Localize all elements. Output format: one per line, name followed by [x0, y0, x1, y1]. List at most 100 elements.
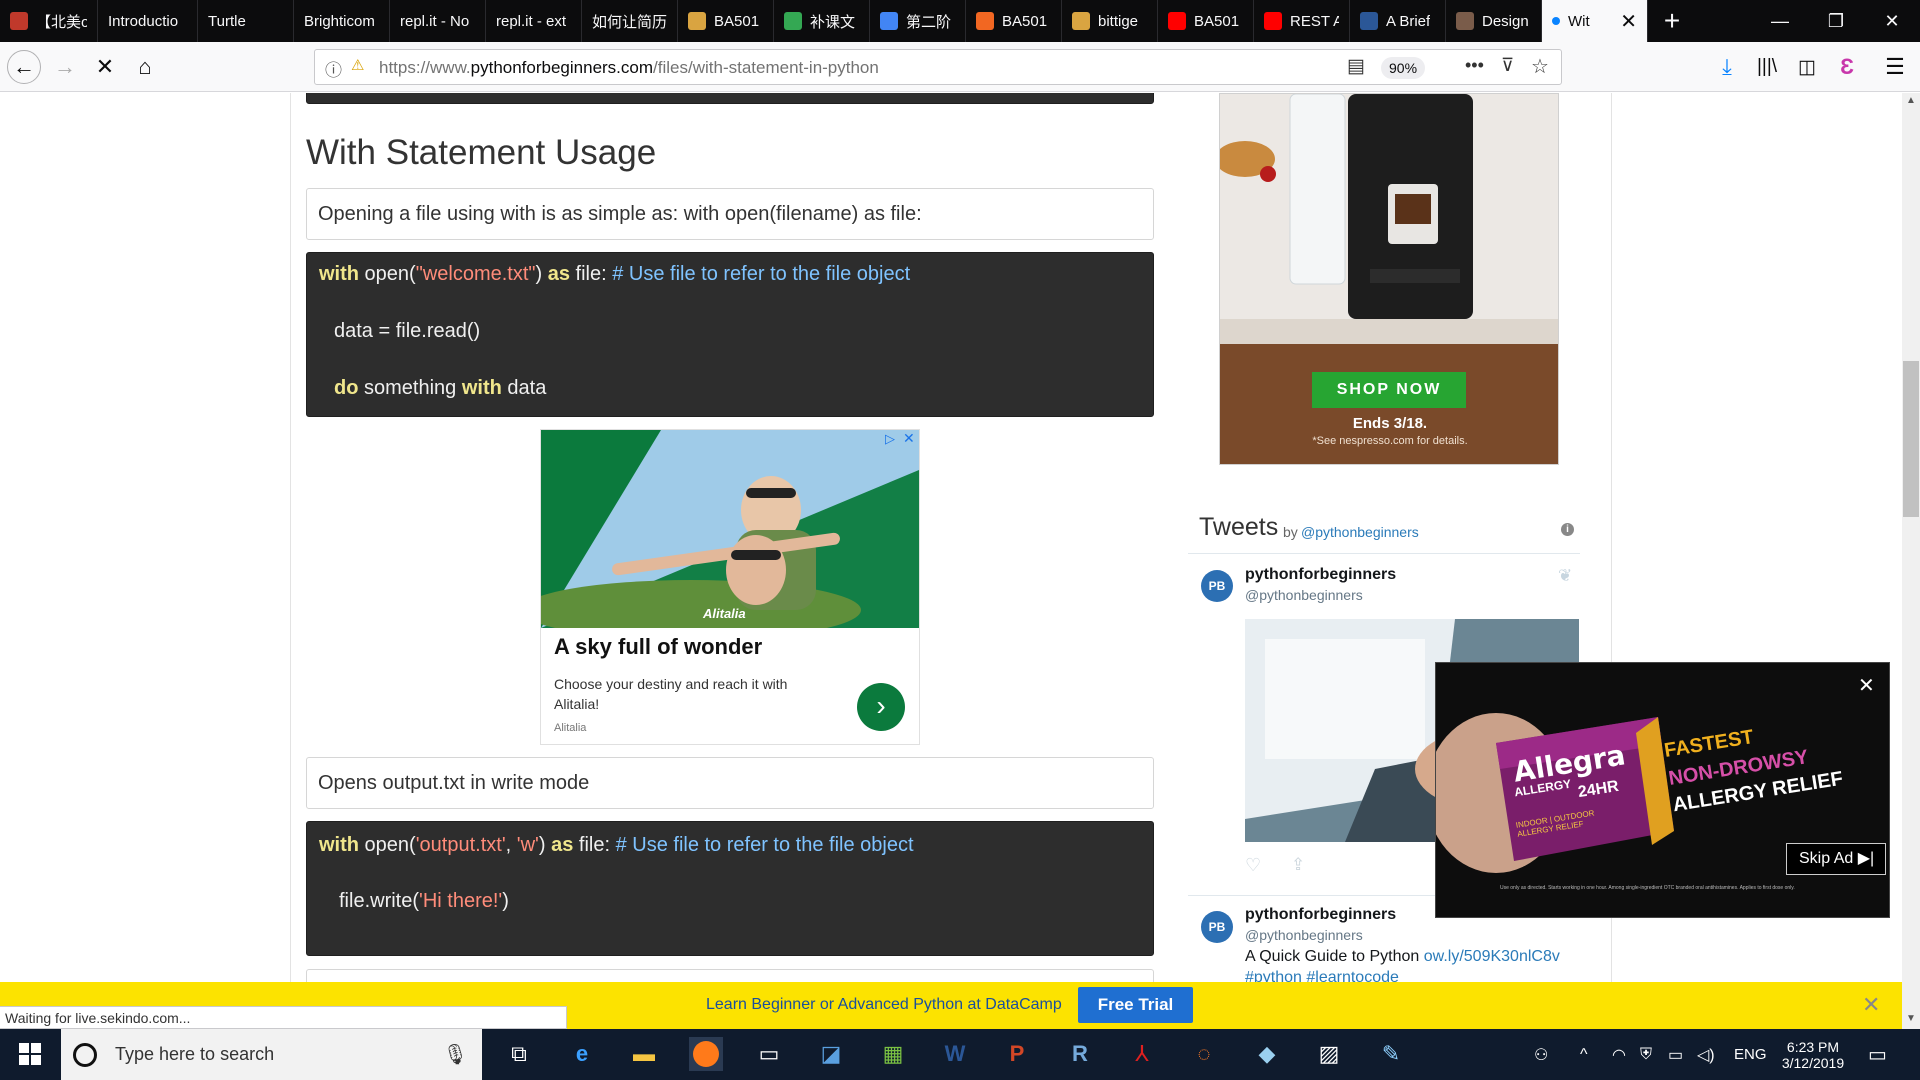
browser-tab[interactable]: BA501 — [1158, 0, 1254, 42]
scrollbar-thumb[interactable] — [1903, 361, 1919, 517]
people-icon[interactable]: ⚇ — [1534, 1029, 1548, 1080]
ad-headline[interactable]: A sky full of wonder — [554, 634, 762, 660]
tweet-link[interactable]: ow.ly/509K30nlC8v — [1424, 948, 1560, 965]
share-icon[interactable]: ⇪ — [1291, 855, 1305, 875]
page-actions-icon[interactable]: ••• — [1465, 55, 1484, 76]
photos-icon[interactable]: ▨ — [1312, 1037, 1346, 1071]
ide-icon[interactable]: ◪ — [814, 1037, 848, 1071]
extension-button[interactable]: Ɛ — [1830, 50, 1864, 84]
browser-tab[interactable]: BA501 — [966, 0, 1062, 42]
tab-active[interactable]: Wit ✕ — [1542, 0, 1648, 42]
browser-tab[interactable]: repl.it - No — [390, 0, 486, 42]
browser-tab[interactable]: 如何让简历 — [582, 0, 678, 42]
r-app-icon[interactable]: R — [1063, 1037, 1097, 1071]
browser-tab[interactable]: REST A — [1254, 0, 1350, 42]
tweet-author-handle[interactable]: @pythonbeginners — [1245, 927, 1363, 943]
video-ad-close-icon[interactable]: ✕ — [1858, 673, 1875, 698]
browser-tab[interactable]: Introductio — [98, 0, 198, 42]
scroll-down-icon[interactable]: ▼ — [1906, 1013, 1916, 1024]
skip-ad-button[interactable]: Skip Ad ▶| — [1786, 843, 1886, 875]
tweet-author-name[interactable]: pythonforbeginners — [1245, 566, 1396, 584]
acrobat-icon[interactable]: ⅄ — [1125, 1037, 1159, 1071]
browser-tab[interactable]: Design — [1446, 0, 1542, 42]
word-icon[interactable]: W — [938, 1037, 972, 1071]
powerpoint-icon[interactable]: P — [1000, 1037, 1034, 1071]
terminal-icon[interactable]: ▭ — [752, 1037, 786, 1071]
minimize-button[interactable]: — — [1752, 0, 1808, 42]
ad-image[interactable]: Alitalia — [541, 430, 919, 628]
taskbar-search[interactable]: Type here to search 🎙 — [61, 1029, 482, 1080]
browser-tab[interactable]: BA501 — [678, 0, 774, 42]
chart-app-icon[interactable]: ▦ — [876, 1037, 910, 1071]
windows-start-button[interactable] — [13, 1037, 47, 1071]
banner-close-icon[interactable]: ✕ — [1862, 992, 1880, 1018]
tweet-author-name[interactable]: pythonforbeginners — [1245, 906, 1396, 924]
browser-tab[interactable]: Brighticom — [294, 0, 390, 42]
security-shield-icon[interactable]: ⛨ — [1640, 1029, 1652, 1080]
avatar[interactable]: PB — [1201, 911, 1233, 943]
menu-button[interactable]: ☰ — [1878, 50, 1912, 84]
ad-close-icon[interactable]: ✕ — [903, 430, 915, 447]
bookmark-star-icon[interactable]: ☆ — [1531, 54, 1549, 79]
shop-now-button[interactable]: SHOP NOW — [1312, 372, 1466, 408]
free-trial-button[interactable]: Free Trial — [1078, 987, 1193, 1023]
task-view-icon[interactable]: ⧉ — [502, 1037, 536, 1071]
nespresso-ad[interactable]: SHOP NOW Ends 3/18. *See nespresso.com f… — [1219, 93, 1559, 465]
scroll-up-icon[interactable]: ▲ — [1906, 95, 1916, 106]
microphone-icon[interactable]: 🎙 — [443, 1042, 468, 1067]
allegra-video-ad[interactable]: Allegra ALLERGY 24HR INDOOR | OUTDOOR AL… — [1435, 662, 1890, 918]
edge-icon[interactable]: e — [565, 1037, 599, 1071]
close-tab-icon[interactable]: ✕ — [1614, 9, 1637, 34]
insecure-lock-icon[interactable]: ⚠ — [351, 56, 364, 74]
language-indicator[interactable]: ENG — [1734, 1029, 1767, 1080]
page-scrollbar[interactable]: ▲ ▼ — [1902, 93, 1920, 1029]
library-button[interactable]: |||\ — [1750, 50, 1784, 84]
browser-tab[interactable]: Turtle — [198, 0, 294, 42]
tray-chevron-icon[interactable]: ^ — [1580, 1029, 1588, 1080]
avatar[interactable]: PB — [1201, 570, 1233, 602]
reader-view-icon[interactable]: ▤ — [1347, 55, 1365, 78]
pocket-icon[interactable]: ⊽ — [1501, 55, 1514, 76]
info-icon[interactable]: i — [1561, 523, 1574, 536]
windows-taskbar: Type here to search 🎙 ⧉ e ▬ ▭ ◪ ▦ W P R … — [0, 1029, 1920, 1080]
firefox-icon[interactable] — [689, 1037, 723, 1071]
volume-icon[interactable]: ◁) — [1697, 1029, 1715, 1080]
back-button[interactable]: ← — [7, 50, 41, 84]
zoom-level-button[interactable]: 90% — [1381, 57, 1426, 79]
file-explorer-icon[interactable]: ▬ — [627, 1037, 661, 1071]
twitter-bird-icon[interactable]: ❦ — [1558, 566, 1572, 586]
browser-tab[interactable]: bittige — [1062, 0, 1158, 42]
tweet-author-handle[interactable]: @pythonbeginners — [1245, 587, 1363, 603]
tweet-hashtags[interactable]: #python #learntocode — [1245, 969, 1399, 982]
forward-button[interactable]: → — [48, 50, 82, 84]
clock[interactable]: 6:23 PM 3/12/2019 — [1778, 1029, 1848, 1080]
address-bar[interactable]: ⓘ ⚠ https://www.pythonforbeginners.com/f… — [314, 49, 1562, 85]
sidebar-toggle-button[interactable]: ◫ — [1790, 50, 1824, 84]
browser-tab[interactable]: 补课文 — [774, 0, 870, 42]
url-text[interactable]: https://www.pythonforbeginners.com/files… — [379, 58, 879, 78]
browser-tab[interactable]: 【北美offe — [0, 0, 98, 42]
paint-icon[interactable]: ✎ — [1374, 1037, 1408, 1071]
notes-icon[interactable]: ◆ — [1250, 1037, 1284, 1071]
tweets-handle-link[interactable]: @pythonbeginners — [1301, 524, 1419, 540]
home-button[interactable]: ⌂ — [128, 50, 162, 84]
notifications-icon[interactable]: ▭ — [1868, 1029, 1887, 1080]
wifi-icon[interactable]: ◠ — [1612, 1029, 1626, 1080]
jupyter-icon[interactable]: ◌ — [1187, 1037, 1221, 1071]
downloads-button[interactable]: ⤓ — [1710, 50, 1744, 84]
alitalia-ad[interactable]: Alitalia ▷ ✕ A sky full of wonder Choose… — [540, 429, 920, 745]
close-window-button[interactable]: ✕ — [1864, 0, 1920, 42]
adchoices-icon[interactable]: ▷ — [885, 431, 895, 447]
restore-button[interactable]: ❐ — [1808, 0, 1864, 42]
browser-tab[interactable]: 第二阶 — [870, 0, 966, 42]
info-icon[interactable]: ⓘ — [325, 56, 342, 81]
browser-tab[interactable]: A Brief — [1350, 0, 1446, 42]
new-tab-button[interactable]: + — [1648, 0, 1696, 42]
ad-next-button[interactable]: › — [857, 683, 905, 731]
stop-button[interactable]: ✕ — [88, 50, 122, 84]
battery-icon[interactable]: ▭ — [1668, 1029, 1683, 1080]
tweets-by: by — [1283, 524, 1298, 540]
banner-text[interactable]: Learn Beginner or Advanced Python at Dat… — [706, 996, 1062, 1014]
browser-tab[interactable]: repl.it - ext — [486, 0, 582, 42]
like-heart-icon[interactable]: ♡ — [1245, 855, 1261, 876]
